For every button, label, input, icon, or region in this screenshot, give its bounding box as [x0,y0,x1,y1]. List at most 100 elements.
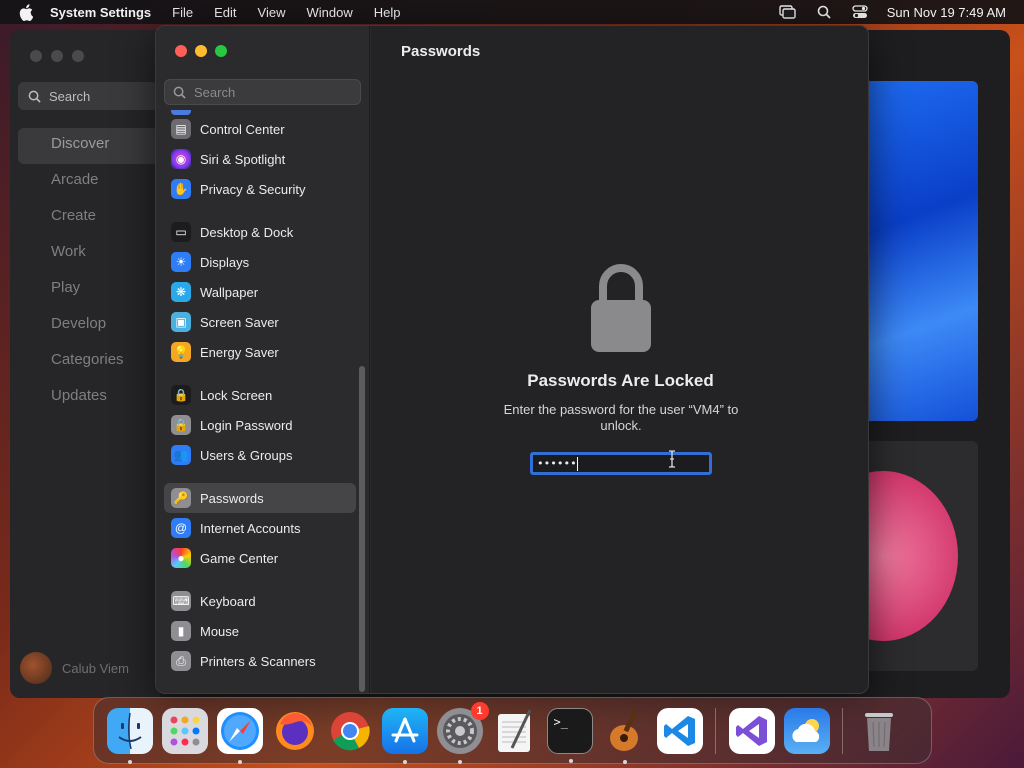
system-settings-window: Search ▤ Control Center ◉ Siri & Spotlight ✋… [155,25,869,694]
sidebar-item-label: Displays [200,254,250,270]
dock-separator [842,707,843,754]
settings-search-field[interactable]: Search [164,79,361,105]
system-settings-icon[interactable]: 1 [436,701,489,764]
app-store-nav: Discover Arcade Create Work Play Develop… [18,128,158,416]
nav-arcade[interactable]: Arcade [18,164,158,200]
siri-icon: ◉ [171,149,191,169]
sidebar-item-label: Internet Accounts [200,520,301,536]
sidebar-item-game-center[interactable]: ● Game Center [164,543,356,573]
sidebar-item-label: Wallpaper [200,284,259,300]
sidebar-item-label: Control Center [200,121,285,137]
password-field[interactable]: •••••• [530,452,712,475]
menu-file[interactable]: File [172,5,193,20]
firefox-icon[interactable] [272,708,318,754]
avatar [20,652,52,684]
running-indicator [127,759,132,764]
menu-help[interactable]: Help [374,5,401,20]
textedit-icon[interactable] [492,708,538,754]
terminal-icon[interactable]: >_ [546,707,593,763]
spotlight-search-icon[interactable] [815,3,833,21]
search-icon [173,86,186,99]
sidebar-item-keyboard[interactable]: ⌨ Keyboard [164,586,356,616]
close-button[interactable] [175,45,187,57]
close-button[interactable] [30,50,42,62]
nav-updates[interactable]: Updates [18,380,158,416]
keyboard-icon: ⌨ [171,591,191,611]
sidebar-item-siri-and-spotlight[interactable]: ◉ Siri & Spotlight [164,144,356,174]
locked-description: Enter the password for the user “VM4” to… [503,402,739,433]
sidebar-item-users-and-groups[interactable]: 👥 Users & Groups [164,440,356,470]
minimize-button[interactable] [195,45,207,57]
settings-sidebar: Search ▤ Control Center ◉ Siri & Spotlight ✋… [156,26,370,693]
settings-sidebar-list: ▤ Control Center ◉ Siri & Spotlight ✋ Privacy… [164,114,356,693]
sidebar-item-label: Passwords [200,490,264,506]
sidebar-item-login-password[interactable]: 🔒 Login Password [164,410,356,440]
nav-create[interactable]: Create [18,200,158,236]
sidebar-item-lock-screen[interactable]: 🔒 Lock Screen [164,380,356,410]
locked-title: Passwords Are Locked [527,371,714,390]
nav-play[interactable]: Play [18,272,158,308]
menu-edit[interactable]: Edit [214,5,236,20]
running-indicator [457,759,462,764]
sidebar-item-energy-saver[interactable]: 💡 Energy Saver [164,337,356,367]
lightbulb-icon: 💡 [171,342,191,362]
app-store-window-controls [30,50,84,62]
safari-icon[interactable] [216,707,263,764]
sidebar-item-label: Game Center [200,550,279,566]
finder-icon[interactable] [106,707,153,764]
sidebar-item-mouse[interactable]: ▮ Mouse [164,616,356,646]
nav-categories[interactable]: Categories [18,344,158,380]
sidebar-item-privacy-and-security[interactable]: ✋ Privacy & Security [164,174,356,204]
menu-view[interactable]: View [258,5,286,20]
sidebar-group-spacer [164,470,356,483]
sidebar-item-label: Energy Saver [200,344,279,360]
ibeam-cursor-icon [669,450,675,468]
sidebar-item-control-center[interactable]: ▤ Control Center [164,114,356,144]
nav-work[interactable]: Work [18,236,158,272]
control-center-icon[interactable] [851,3,869,21]
app-store-account[interactable]: Calub Viem [20,652,129,684]
zoom-button[interactable] [72,50,84,62]
password-value: •••••• [537,457,577,470]
text-caret [576,457,578,471]
sidebar-scrollbar[interactable] [359,366,365,692]
nav-discover[interactable]: Discover [18,128,158,164]
sidebar-item-label: Siri & Spotlight [200,151,286,167]
sidebar-item-wallpaper[interactable]: ❋ Wallpaper [164,277,356,307]
featured-card-blue[interactable] [868,81,978,421]
menu-clock[interactable]: Sun Nov 19 7:49 AM [887,5,1006,20]
chrome-icon[interactable] [327,708,373,754]
sidebar-item-internet-accounts[interactable]: @ Internet Accounts [164,513,356,543]
sidebar-item-printers-and-scanners[interactable]: ⎙ Printers & Scanners [164,646,356,676]
weather-icon[interactable] [783,707,830,754]
featured-card-app[interactable] [868,441,978,671]
search-placeholder: Search [194,84,236,100]
visual-studio-icon[interactable] [728,707,775,754]
menu-bar: System Settings File Edit View Window He… [0,0,1024,24]
sidebar-item-label: Users & Groups [200,447,293,463]
lock-icon [591,264,651,352]
instruments-icon[interactable] [602,708,648,764]
sidebar-item-desktop-and-dock[interactable]: ▭ Desktop & Dock [164,217,356,247]
sidebar-group-spacer [164,573,356,586]
sidebar-group-spacer [164,204,356,217]
sidebar-item-passwords[interactable]: 🔑 Passwords [164,483,356,513]
sidebar-item-displays[interactable]: ☀ Displays [164,247,356,277]
minimize-button[interactable] [51,50,63,62]
app-store-search-field[interactable]: Search [18,82,158,110]
running-indicator [568,758,573,763]
trash-icon[interactable] [856,708,902,754]
screen-mirroring-icon[interactable] [779,3,797,21]
menu-window[interactable]: Window [306,5,352,20]
sidebar-item-screen-saver[interactable]: ▣ Screen Saver [164,307,356,337]
apple-menu-icon[interactable] [16,2,36,22]
hand-icon: ✋ [171,179,191,199]
launchpad-icon[interactable] [161,707,208,754]
app-menu[interactable]: System Settings [50,5,151,20]
sidebar-item-label: Printers & Scanners [200,653,316,669]
zoom-button[interactable] [215,45,227,57]
wallpaper-icon: ❋ [171,282,191,302]
nav-develop[interactable]: Develop [18,308,158,344]
vscode-icon[interactable] [656,707,703,754]
app-store-icon[interactable] [381,707,428,764]
